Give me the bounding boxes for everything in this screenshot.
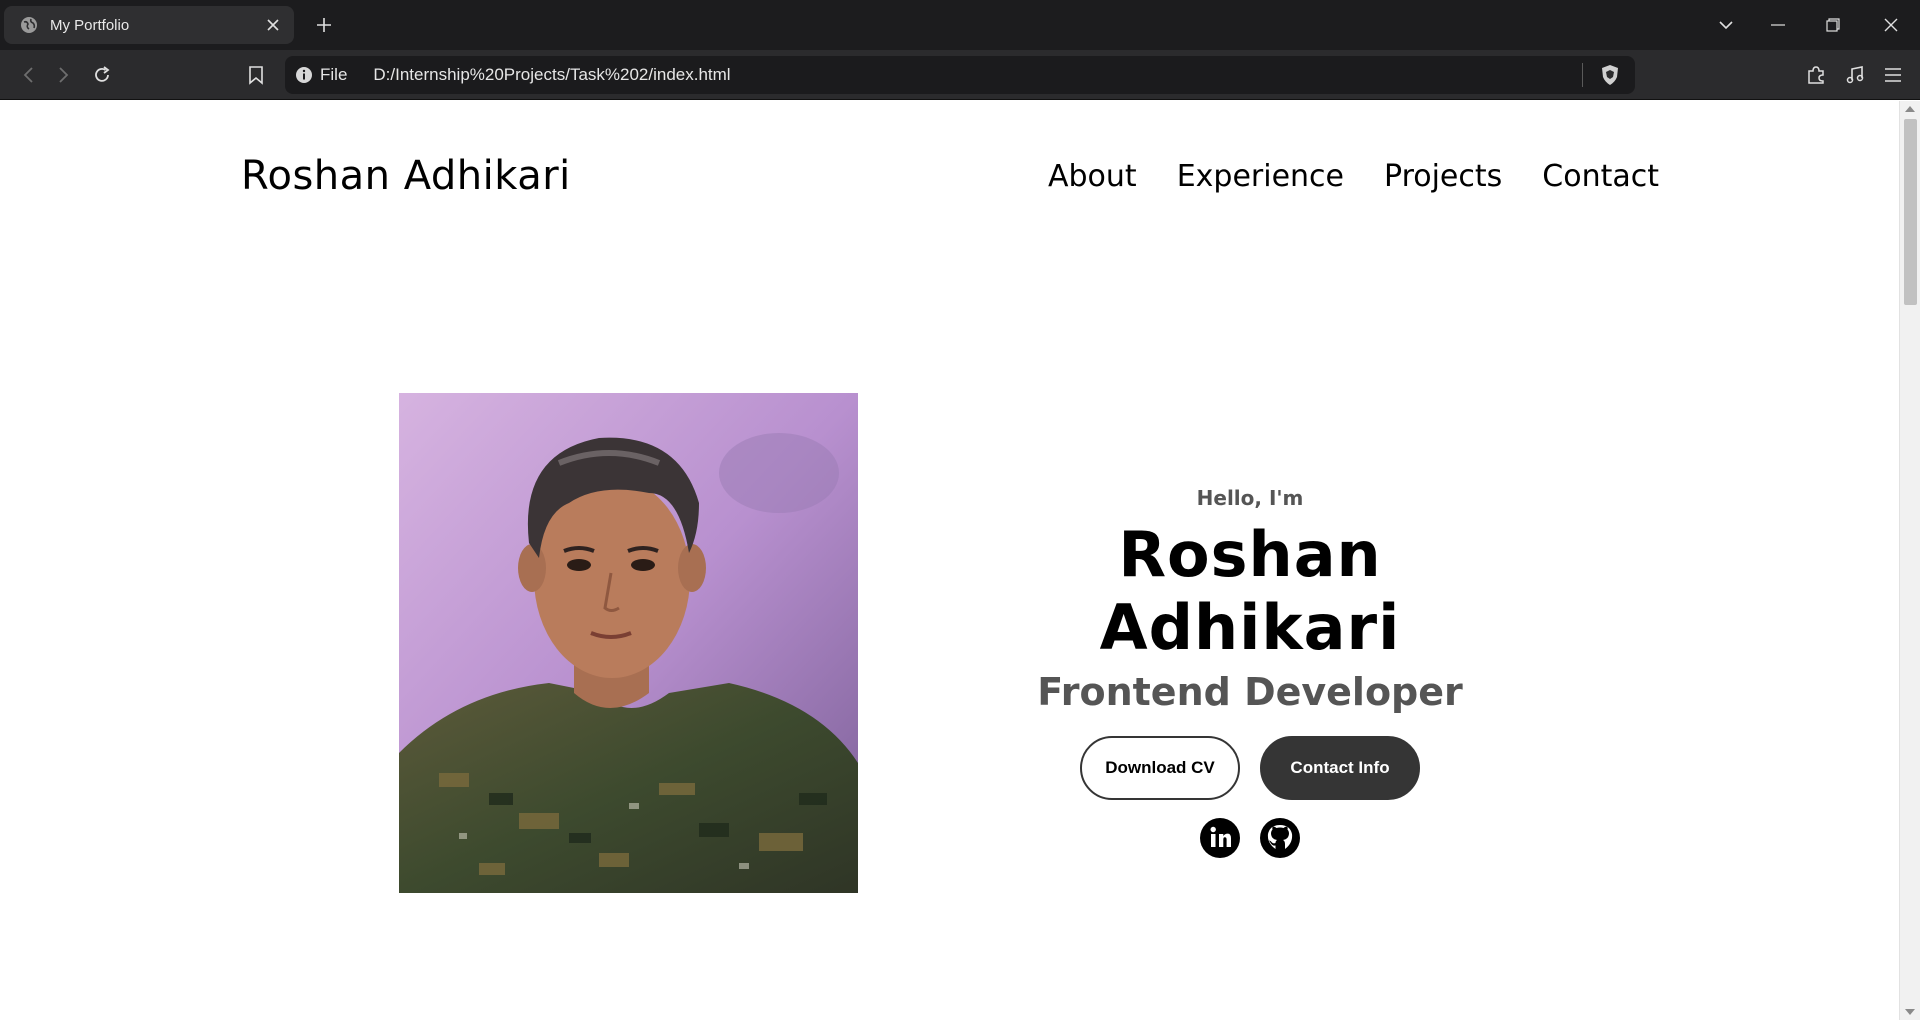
hero-name: Roshan Adhikari bbox=[1099, 518, 1401, 664]
tab-title: My Portfolio bbox=[50, 16, 130, 34]
greeting-text: Hello, I'm bbox=[1196, 486, 1304, 510]
hero-text: Hello, I'm Roshan Adhikari Frontend Deve… bbox=[1000, 486, 1500, 858]
download-cv-button[interactable]: Download CV bbox=[1080, 736, 1240, 800]
scrollbar-thumb[interactable] bbox=[1904, 119, 1917, 305]
minimize-icon[interactable] bbox=[1763, 10, 1793, 40]
nav-contact[interactable]: Contact bbox=[1542, 159, 1659, 194]
forward-icon[interactable] bbox=[50, 62, 78, 88]
tab-search-chevron-icon[interactable] bbox=[1711, 10, 1741, 40]
globe-icon bbox=[20, 16, 38, 34]
hero-buttons: Download CV Contact Info bbox=[1000, 736, 1500, 800]
url-text[interactable]: D:/Internship%20Projects/Task%202/index.… bbox=[373, 65, 1582, 85]
info-icon[interactable] bbox=[295, 66, 313, 84]
media-icon[interactable] bbox=[1841, 62, 1869, 88]
brave-shield-icon[interactable] bbox=[1599, 64, 1621, 86]
profile-photo bbox=[399, 393, 858, 893]
extensions-icon[interactable] bbox=[1802, 62, 1830, 88]
page-scrollbar[interactable] bbox=[1899, 101, 1920, 1020]
address-divider bbox=[1582, 63, 1583, 87]
address-scheme-label: File bbox=[320, 65, 348, 84]
restore-icon[interactable] bbox=[1818, 10, 1848, 40]
hero-role: Frontend Developer bbox=[1037, 670, 1463, 714]
github-icon[interactable] bbox=[1260, 818, 1300, 858]
browser-tab-bar: My Portfolio bbox=[0, 0, 1920, 50]
nav-experience[interactable]: Experience bbox=[1177, 159, 1344, 194]
bookmark-icon[interactable] bbox=[242, 62, 270, 88]
contact-info-button[interactable]: Contact Info bbox=[1260, 736, 1420, 800]
close-tab-icon[interactable] bbox=[262, 14, 284, 36]
main-nav: About Experience Projects Contact bbox=[1048, 159, 1659, 194]
nav-about[interactable]: About bbox=[1048, 159, 1137, 194]
linkedin-icon[interactable] bbox=[1200, 818, 1240, 858]
page-viewport: Roshan Adhikari About Experience Project… bbox=[0, 101, 1899, 1020]
close-window-icon[interactable] bbox=[1876, 10, 1906, 40]
reload-icon[interactable] bbox=[88, 62, 116, 88]
scroll-down-icon[interactable] bbox=[1905, 1009, 1915, 1015]
site-logo[interactable]: Roshan Adhikari bbox=[241, 153, 571, 199]
back-icon[interactable] bbox=[14, 62, 42, 88]
browser-tab[interactable]: My Portfolio bbox=[4, 6, 294, 44]
nav-projects[interactable]: Projects bbox=[1384, 159, 1502, 194]
menu-icon[interactable] bbox=[1879, 62, 1907, 88]
new-tab-icon[interactable] bbox=[312, 13, 336, 37]
scroll-up-icon[interactable] bbox=[1905, 106, 1915, 112]
browser-toolbar: File D:/Internship%20Projects/Task%202/i… bbox=[0, 50, 1920, 100]
social-links bbox=[1000, 818, 1500, 858]
address-bar[interactable]: File D:/Internship%20Projects/Task%202/i… bbox=[285, 56, 1635, 94]
